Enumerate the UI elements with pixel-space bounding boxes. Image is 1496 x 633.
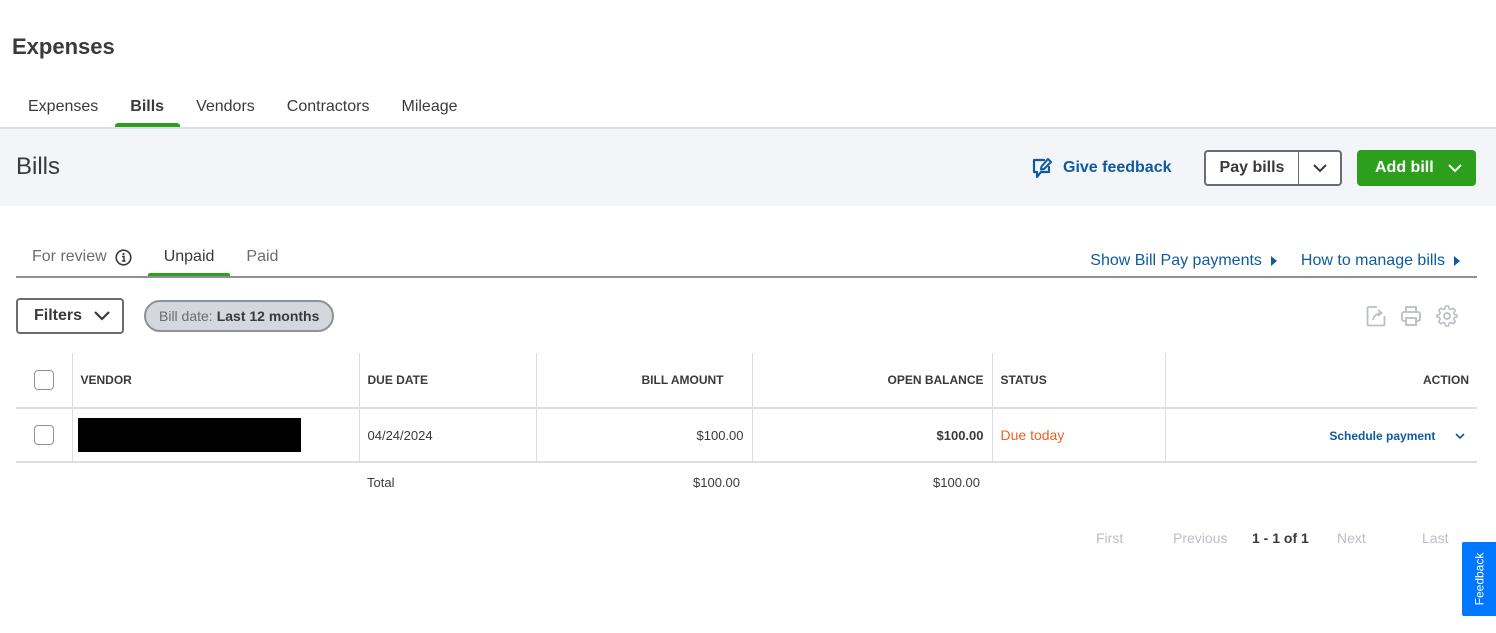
tab-unpaid[interactable]: Unpaid [148, 240, 231, 277]
column-header-vendor[interactable]: VENDOR [72, 353, 359, 408]
section-title: Bills [16, 153, 60, 181]
vendor-name-redacted [78, 418, 301, 452]
bills-header: Bills Give feedback Pay bills Add bill [0, 129, 1496, 206]
chip-label: Bill date: [159, 308, 213, 324]
action-chevron-down-icon[interactable] [1455, 433, 1465, 440]
chevron-down-icon [1313, 164, 1327, 173]
pagination-previous[interactable]: Previous [1173, 530, 1252, 546]
pay-bills-split-button: Pay bills [1204, 150, 1342, 186]
select-all-checkbox[interactable] [34, 370, 54, 390]
pagination-range: 1 - 1 of 1 [1252, 530, 1337, 546]
feedback-side-tab[interactable]: Feedback [1462, 542, 1496, 616]
give-feedback-label: Give feedback [1063, 159, 1172, 177]
chevron-down-icon [1448, 164, 1462, 173]
page-title: Expenses [12, 34, 115, 60]
add-bill-button[interactable]: Add bill [1357, 150, 1476, 186]
total-bill-amount: $100.00 [536, 462, 752, 502]
top-tabs: Expenses Bills Vendors Contractors Milea… [12, 86, 474, 128]
bills-table: VENDOR DUE DATE BILL AMOUNT OPEN BALANCE… [16, 353, 1477, 502]
schedule-payment-link[interactable]: Schedule payment [1329, 429, 1435, 443]
tab-bills[interactable]: Bills [114, 86, 180, 128]
select-all-cell [16, 353, 72, 408]
caret-right-icon [1454, 256, 1460, 266]
vendor-cell[interactable] [72, 408, 359, 462]
tab-for-review-label: For review [32, 240, 107, 274]
how-to-manage-bills-link[interactable]: How to manage bills [1301, 252, 1460, 270]
column-header-action: ACTION [1165, 353, 1477, 408]
bill-status-tabs: For review Unpaid Paid [16, 240, 294, 277]
pagination: First Previous 1 - 1 of 1 Next Last [1096, 530, 1448, 546]
status-badge: Due today [1001, 427, 1065, 443]
settings-gear-icon[interactable] [1436, 305, 1458, 327]
bill-date-filter-chip[interactable]: Bill date: Last 12 months [144, 300, 334, 332]
column-header-status[interactable]: STATUS [992, 353, 1165, 408]
total-label: Total [359, 462, 536, 502]
feedback-icon [1031, 157, 1053, 179]
pay-bills-button[interactable]: Pay bills [1206, 152, 1298, 184]
tab-vendors[interactable]: Vendors [180, 86, 271, 128]
print-icon[interactable] [1400, 305, 1422, 327]
action-cell: Schedule payment [1165, 408, 1477, 462]
table-total-row: Total $100.00 $100.00 [16, 462, 1477, 502]
tab-for-review[interactable]: For review [16, 240, 148, 277]
show-bill-pay-label: Show Bill Pay payments [1090, 252, 1262, 270]
info-icon[interactable] [115, 249, 132, 266]
table-toolbar [1366, 305, 1458, 327]
pagination-next[interactable]: Next [1337, 530, 1422, 546]
pagination-first[interactable]: First [1096, 530, 1173, 546]
total-open-balance: $100.00 [752, 462, 992, 502]
chevron-down-icon [94, 311, 110, 321]
caret-right-icon [1271, 256, 1277, 266]
column-header-open-balance[interactable]: OPEN BALANCE [752, 353, 992, 408]
column-header-due-date[interactable]: DUE DATE [359, 353, 536, 408]
export-icon[interactable] [1366, 305, 1386, 327]
add-bill-label: Add bill [1375, 159, 1434, 177]
tab-expenses[interactable]: Expenses [12, 86, 114, 128]
how-to-manage-label: How to manage bills [1301, 252, 1445, 270]
open-balance-cell: $100.00 [752, 408, 992, 462]
give-feedback-link[interactable]: Give feedback [1031, 157, 1172, 179]
due-date-cell: 04/24/2024 [359, 408, 536, 462]
pagination-last[interactable]: Last [1422, 530, 1448, 546]
chip-value: Last 12 months [217, 308, 320, 324]
sub-tabs-divider [16, 276, 1477, 278]
status-cell: Due today [992, 408, 1165, 462]
feedback-side-tab-label: Feedback [1472, 553, 1486, 606]
tab-paid[interactable]: Paid [230, 240, 294, 277]
tab-mileage[interactable]: Mileage [385, 86, 473, 128]
table-row: 04/24/2024 $100.00 $100.00 Due today Sch… [16, 408, 1477, 462]
show-bill-pay-payments-link[interactable]: Show Bill Pay payments [1090, 252, 1277, 270]
filters-button[interactable]: Filters [16, 298, 124, 334]
tab-contractors[interactable]: Contractors [271, 86, 386, 128]
table-header-row: VENDOR DUE DATE BILL AMOUNT OPEN BALANCE… [16, 353, 1477, 408]
bill-amount-cell: $100.00 [536, 408, 752, 462]
row-checkbox[interactable] [34, 425, 54, 445]
row-select-cell [16, 408, 72, 462]
column-header-bill-amount[interactable]: BILL AMOUNT [536, 353, 752, 408]
help-links: Show Bill Pay payments How to manage bil… [1090, 252, 1460, 270]
filters-label: Filters [34, 307, 82, 325]
pay-bills-dropdown[interactable] [1298, 152, 1340, 184]
